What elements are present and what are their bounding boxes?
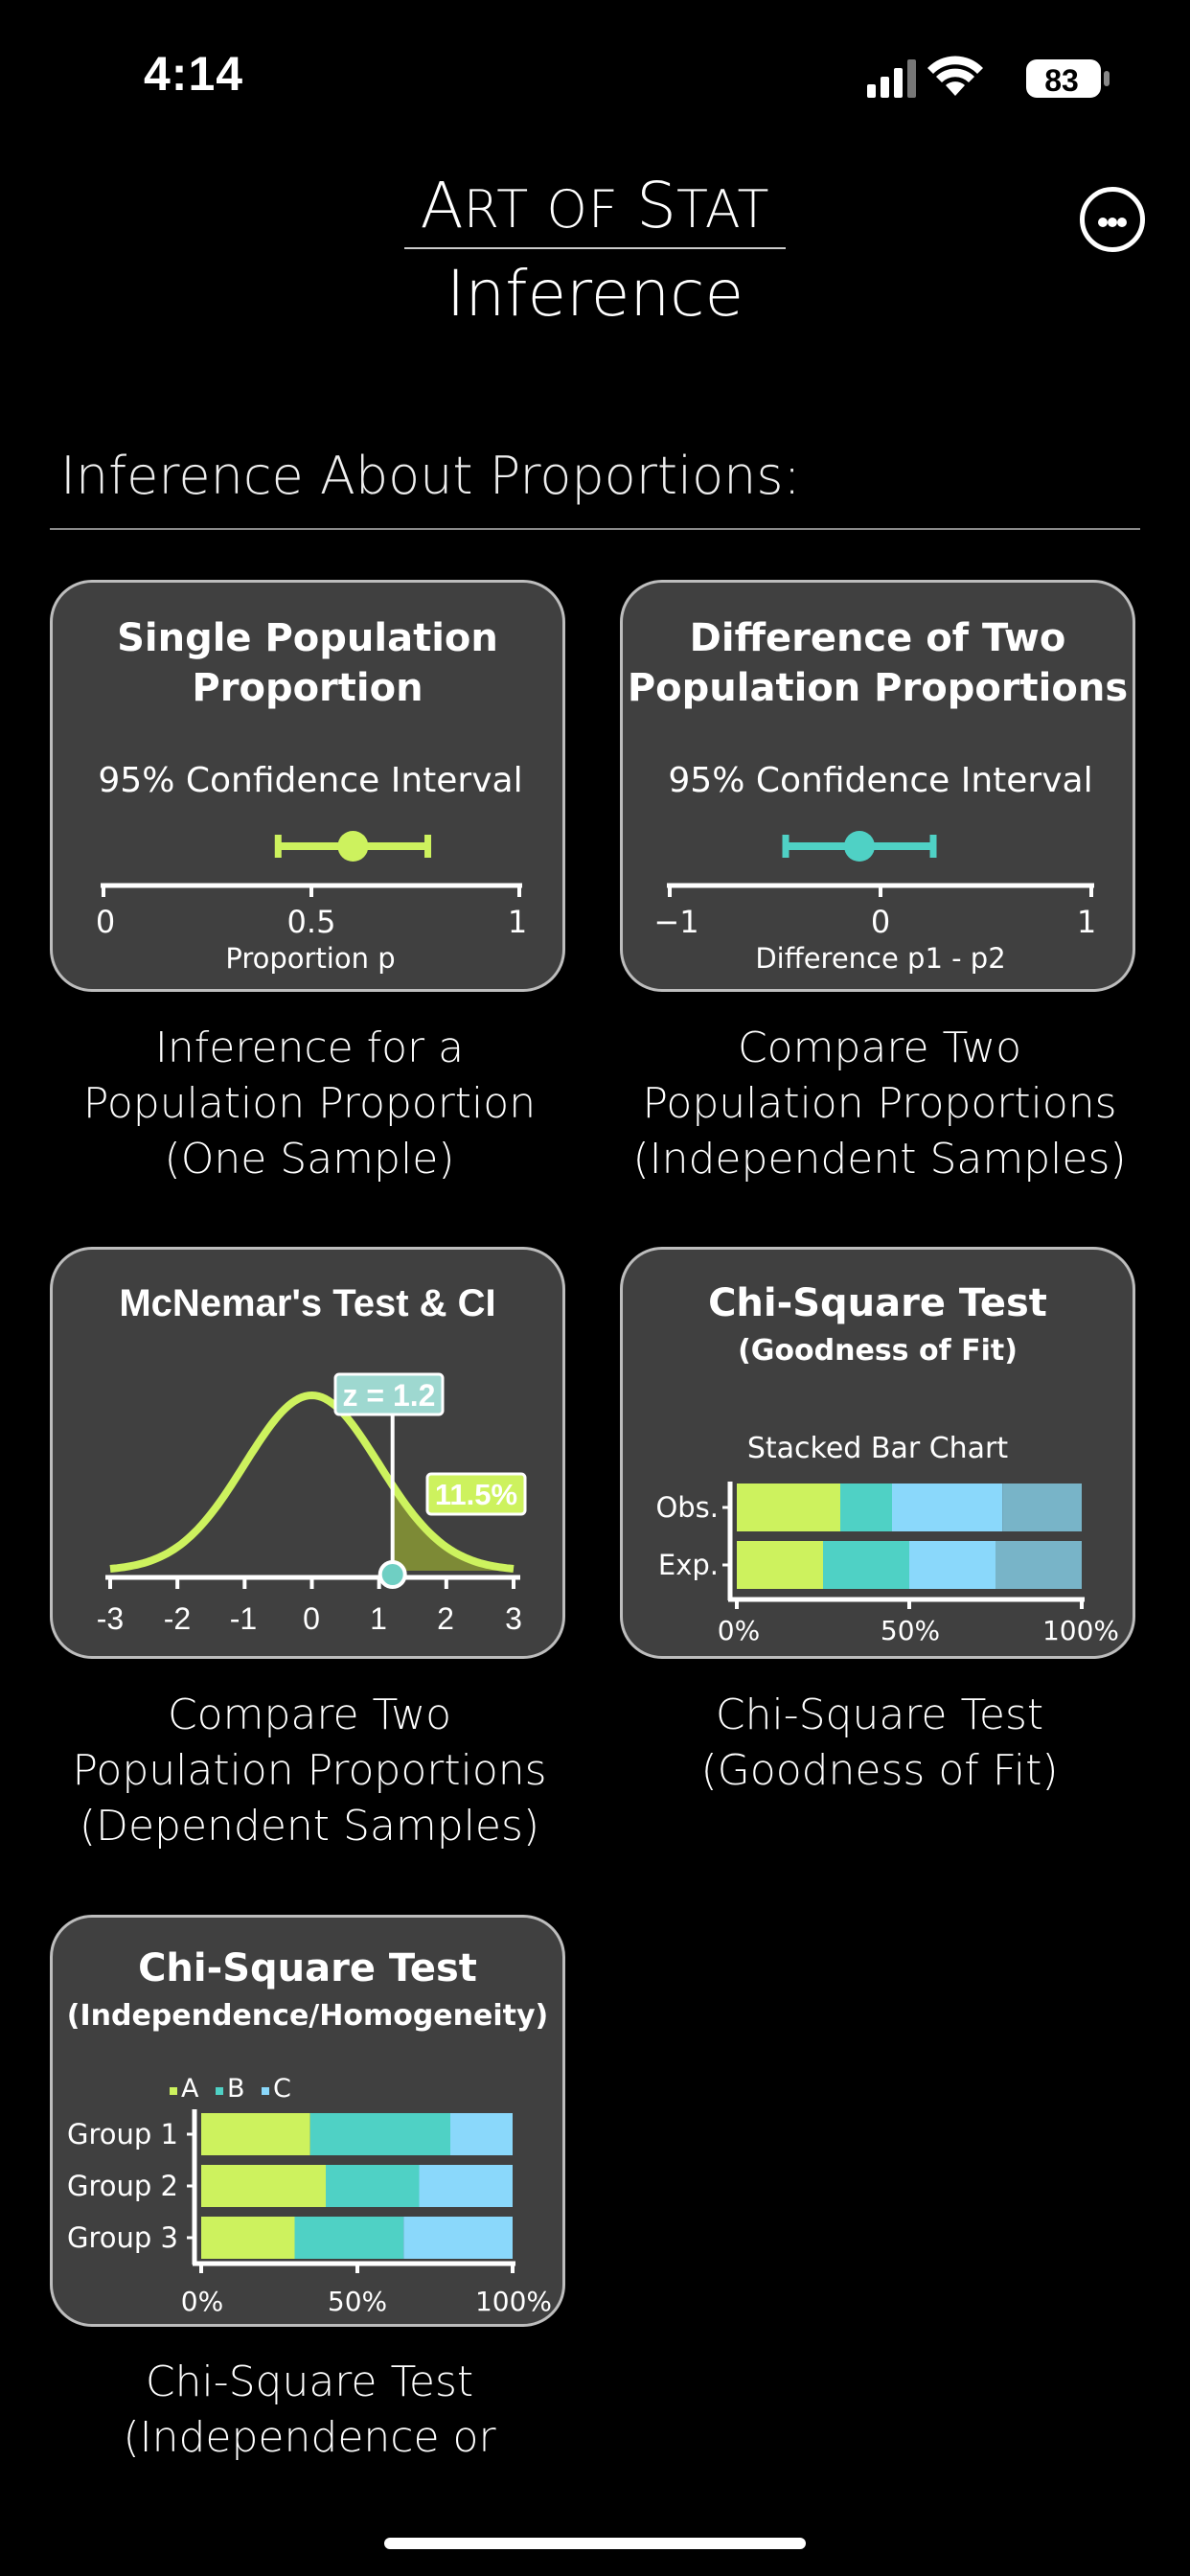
- status-icons: 83: [867, 56, 1110, 98]
- tick-label: 100%: [1042, 1615, 1119, 1646]
- app-title: ART OF STAT: [420, 169, 770, 242]
- bar-segment: [403, 2217, 513, 2259]
- status-time: 4:14: [144, 47, 244, 101]
- row-label: Group 2: [67, 2170, 178, 2202]
- row-label: Group 1: [67, 2118, 178, 2150]
- bar-segment: [201, 2165, 326, 2207]
- card-chisq-independence[interactable]: Chi-Square Test (Independence/Homogeneit…: [50, 1915, 565, 2327]
- bar-segment: [419, 2165, 513, 2207]
- bar-segment: [309, 2113, 450, 2155]
- ci-point-estimate: [844, 831, 875, 862]
- chart-title: Stacked Bar Chart: [747, 1432, 1009, 1465]
- page-subtitle: Inference: [446, 257, 744, 331]
- legend-swatch-c: [262, 2087, 269, 2095]
- bars: [737, 1484, 1082, 1589]
- bar-segment: [823, 1541, 909, 1589]
- stacked-bar-independence: A B C Group 1 Group 2 Group 3 0% 50% 100…: [67, 2074, 552, 2317]
- section-divider: [50, 528, 1140, 530]
- bars: [201, 2113, 513, 2259]
- title-divider: [404, 247, 786, 249]
- bar-segment: [892, 1484, 1003, 1531]
- section-title: Inference About Proportions:: [60, 446, 801, 506]
- signal-icon: [867, 59, 916, 98]
- tick-label: 3: [505, 1601, 522, 1636]
- stacked-bar-gof: Stacked Bar Chart Obs. Exp. 0% 50% 100%: [655, 1432, 1119, 1646]
- row-label: Obs.: [655, 1491, 719, 1524]
- bar-segment: [294, 2217, 404, 2259]
- tick-label: 0.5: [287, 904, 336, 940]
- z-point: [378, 1560, 407, 1589]
- ellipsis-circle-icon: [1098, 218, 1108, 227]
- axis-label: Difference p1 - p2: [755, 942, 1005, 975]
- row-label: Exp.: [658, 1549, 719, 1581]
- tick-label: -2: [164, 1601, 191, 1636]
- tick-label: -3: [97, 1601, 124, 1636]
- legend-label: A: [181, 2074, 199, 2104]
- normal-curve-plot: z = 1.2 11.5% -3 -2 -1 0 1 2 3: [97, 1372, 527, 1636]
- tick-label: 100%: [475, 2286, 552, 2317]
- legend-label: B: [227, 2074, 245, 2104]
- bar-segment: [201, 2217, 295, 2259]
- svg-text:83: 83: [1044, 63, 1079, 98]
- tick-label: 0: [303, 1601, 320, 1636]
- caption-difference-proportions[interactable]: Compare Two Population Proportions (Inde…: [611, 1021, 1148, 1187]
- ci-label: 95% Confidence Interval: [98, 761, 522, 800]
- caption-chisq-gof[interactable]: Chi-Square Test (Goodness of Fit): [611, 1688, 1148, 1799]
- caption-chisq-independence[interactable]: Chi-Square Test (Independence or: [41, 2355, 578, 2466]
- bar-segment: [840, 1484, 892, 1531]
- tick-label: 0: [871, 904, 890, 940]
- bar-segment: [909, 1541, 995, 1589]
- card-single-proportion[interactable]: Single Population Proportion 95% Confide…: [50, 580, 565, 992]
- bar-segment: [1002, 1484, 1082, 1531]
- tick-label: 1: [1077, 904, 1096, 940]
- caption-single-proportion[interactable]: Inference for a Population Proportion (O…: [41, 1021, 578, 1187]
- tick-label: 1: [370, 1601, 387, 1636]
- bar-segment: [201, 2113, 310, 2155]
- pct-label: 11.5%: [435, 1478, 517, 1511]
- axis-label: Proportion p: [225, 942, 395, 975]
- card-chisq-gof[interactable]: Chi-Square Test (Goodness of Fit) Stacke…: [620, 1247, 1135, 1659]
- battery-icon: 83: [1026, 59, 1110, 98]
- tick-label: 0: [96, 904, 115, 940]
- tick-label: −1: [653, 904, 698, 940]
- bar-segment: [737, 1484, 840, 1531]
- tick-label: 0%: [181, 2286, 223, 2317]
- card-mcnemar[interactable]: McNemar's Test & CI z = 1.2 11.5% -3 -2 …: [50, 1247, 565, 1659]
- ci-label: 95% Confidence Interval: [668, 761, 1092, 800]
- tick-label: -1: [230, 1601, 257, 1636]
- z-label: z = 1.2: [343, 1378, 436, 1413]
- tick-label: 1: [508, 904, 527, 940]
- ci-plot-one-sample: 95% Confidence Interval 0 0.5 1 Proporti…: [96, 761, 527, 975]
- tick-label: 50%: [328, 2286, 387, 2317]
- more-options-button[interactable]: [1080, 187, 1145, 252]
- home-indicator[interactable]: [384, 2538, 806, 2549]
- legend-label: C: [273, 2074, 291, 2104]
- bar-segment: [737, 1541, 823, 1589]
- card-difference-proportions[interactable]: Difference of Two Population Proportions…: [620, 580, 1135, 992]
- ci-plot-difference: 95% Confidence Interval −1 0 1 Differenc…: [653, 761, 1096, 975]
- tick-label: 50%: [881, 1615, 940, 1646]
- legend-swatch-b: [216, 2087, 223, 2095]
- row-label: Group 3: [67, 2221, 178, 2254]
- caption-mcnemar[interactable]: Compare Two Population Proportions (Depe…: [41, 1688, 578, 1854]
- legend-swatch-a: [170, 2087, 177, 2095]
- bar-segment: [450, 2113, 513, 2155]
- legend: A B C: [170, 2074, 291, 2104]
- tick-label: 2: [437, 1601, 454, 1636]
- wifi-icon: [927, 56, 983, 96]
- tick-label: 0%: [718, 1615, 760, 1646]
- bar-segment: [326, 2165, 420, 2207]
- ci-point-estimate: [337, 831, 369, 862]
- bar-segment: [995, 1541, 1082, 1589]
